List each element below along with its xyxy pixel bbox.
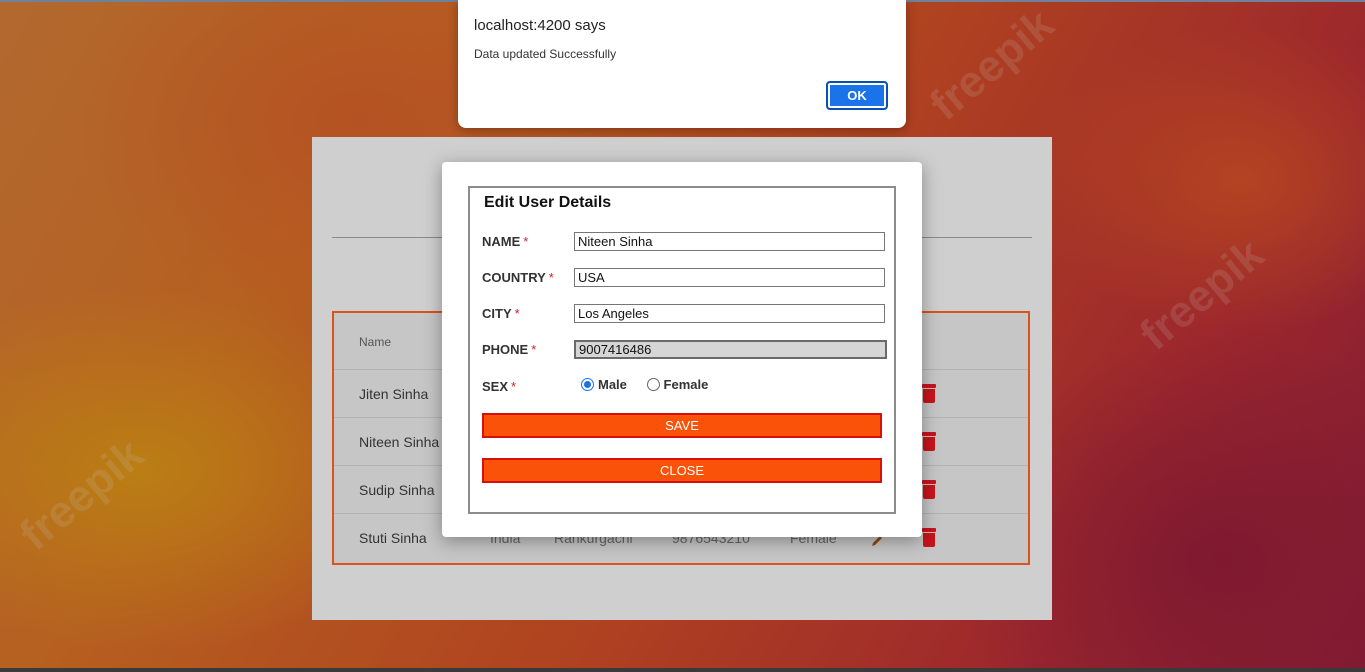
country-label: COUNTRY *: [482, 270, 554, 285]
required-mark: *: [511, 379, 517, 394]
ok-button[interactable]: OK: [826, 81, 888, 110]
sex-radio-group: Male Female: [581, 376, 724, 392]
female-radio[interactable]: [646, 378, 660, 392]
country-field[interactable]: [574, 268, 885, 287]
alert-message: Data updated Successfully: [474, 47, 617, 61]
required-mark: *: [514, 306, 520, 321]
delete-icon[interactable]: [922, 480, 936, 499]
required-mark: *: [548, 270, 554, 285]
cell-name: Jiten Sinha: [359, 386, 429, 402]
edit-user-modal: Edit User Details NAME* COUNTRY* CITY* P…: [442, 162, 922, 537]
cell-name: Sudip Sinha: [359, 482, 435, 498]
city-label: CITY *: [482, 306, 520, 321]
cell-name: Stuti Sinha: [359, 530, 427, 546]
save-button[interactable]: SAVE: [482, 413, 882, 438]
delete-icon[interactable]: [922, 384, 936, 403]
male-radio[interactable]: [581, 378, 594, 392]
delete-icon[interactable]: [922, 432, 936, 451]
male-radio-label[interactable]: Male: [598, 377, 627, 392]
sex-label: SEX *: [482, 379, 517, 394]
modal-title: Edit User Details: [484, 194, 612, 211]
female-radio-label[interactable]: Female: [664, 377, 709, 392]
phone-field[interactable]: [574, 340, 887, 359]
required-mark: *: [531, 342, 537, 357]
close-button[interactable]: CLOSE: [482, 458, 882, 483]
column-header-name: Name: [359, 335, 392, 349]
phone-label: PHONE *: [482, 342, 537, 357]
city-field[interactable]: [574, 304, 885, 323]
bottom-edge: [0, 668, 1365, 672]
browser-alert-dialog: localhost:4200 says Data updated Success…: [458, 0, 906, 128]
delete-icon[interactable]: [922, 528, 936, 547]
alert-title: localhost:4200 says: [474, 17, 606, 34]
required-mark: *: [523, 234, 529, 249]
name-field[interactable]: [574, 232, 885, 251]
cell-name: Niteen Sinha: [359, 434, 440, 450]
edit-user-form: Edit User Details NAME* COUNTRY* CITY* P…: [468, 186, 896, 514]
name-label: NAME *: [482, 234, 529, 249]
